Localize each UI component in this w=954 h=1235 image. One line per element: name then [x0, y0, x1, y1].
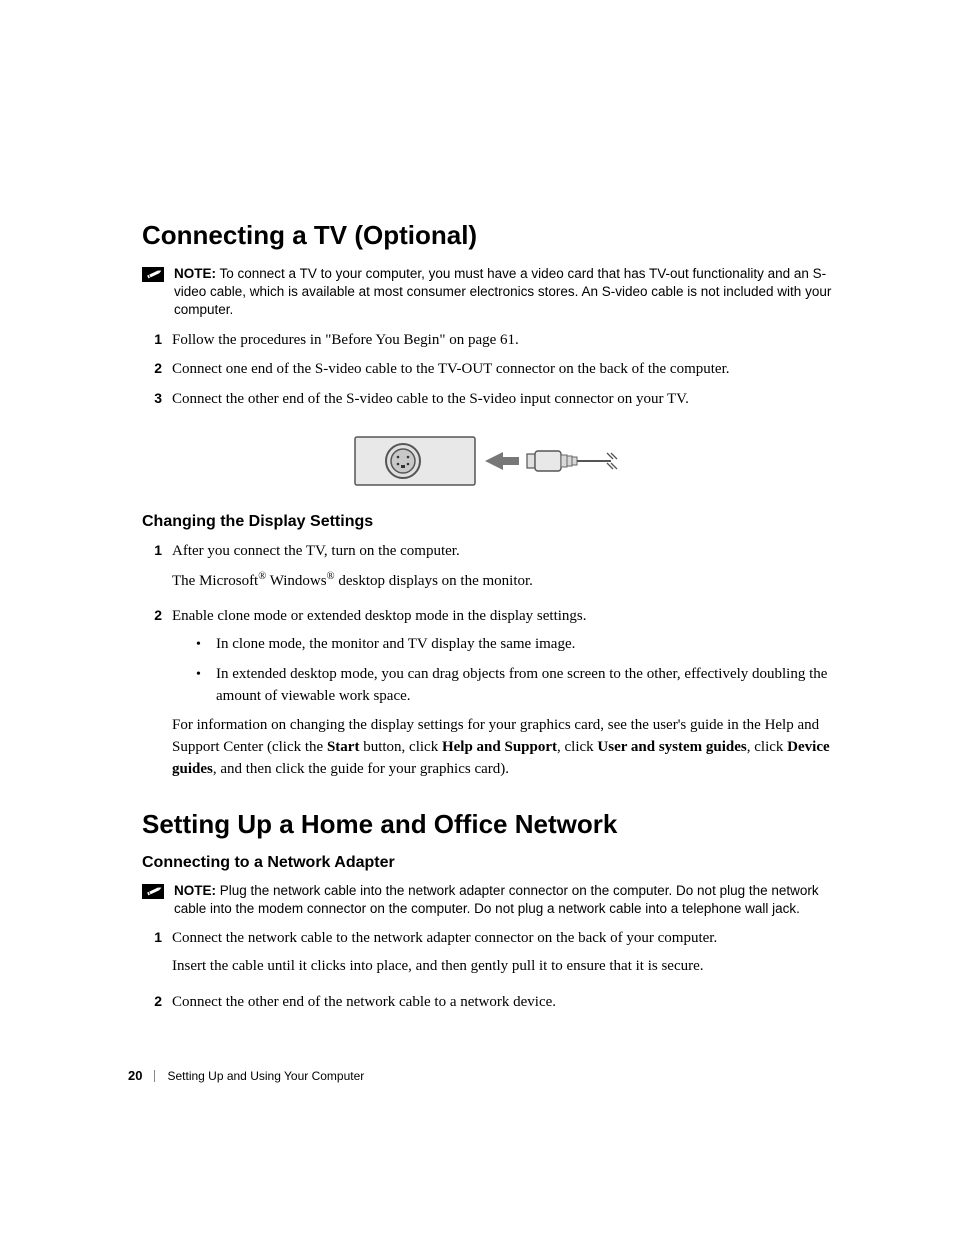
footer-chapter: Setting Up and Using Your Computer	[167, 1069, 364, 1083]
step-1: Follow the procedures in "Before You Beg…	[142, 330, 834, 352]
display-step-1-line2: The Microsoft® Windows® desktop displays…	[172, 569, 834, 593]
display-step-1: After you connect the TV, turn on the co…	[142, 541, 834, 599]
note-body: Plug the network cable into the network …	[174, 883, 819, 916]
step-3-text: Connect the other end of the S-video cab…	[172, 389, 834, 411]
note-body: To connect a TV to your computer, you mu…	[174, 266, 831, 317]
display-step-2: Enable clone mode or extended desktop mo…	[142, 606, 834, 786]
svideo-diagram	[142, 433, 834, 491]
display-step-2-bullets: In clone mode, the monitor and TV displa…	[196, 634, 834, 707]
display-step-2-info: For information on changing the display …	[172, 715, 834, 780]
step-2-text: Connect one end of the S-video cable to …	[172, 359, 834, 381]
note-label: NOTE:	[174, 883, 216, 898]
display-step-2-intro: Enable clone mode or extended desktop mo…	[172, 606, 834, 628]
heading-network: Setting Up a Home and Office Network	[142, 809, 834, 840]
heading-display-settings: Changing the Display Settings	[142, 513, 834, 531]
page-footer: 20 Setting Up and Using Your Computer	[128, 1068, 364, 1083]
network-step-2-text: Connect the other end of the network cab…	[172, 992, 834, 1014]
footer-separator	[154, 1070, 155, 1082]
note-network: NOTE: Plug the network cable into the ne…	[142, 882, 834, 918]
svideo-connector-icon	[353, 433, 623, 491]
document-page: Connecting a TV (Optional) NOTE: To conn…	[0, 0, 954, 1235]
step-1-text: Follow the procedures in "Before You Beg…	[172, 330, 834, 352]
heading-connecting-tv: Connecting a TV (Optional)	[142, 220, 834, 251]
network-step-1: Connect the network cable to the network…	[142, 928, 834, 984]
note-label: NOTE:	[174, 266, 216, 281]
note-pencil-icon	[142, 267, 164, 282]
network-step-1-line1: Connect the network cable to the network…	[172, 928, 834, 950]
note-tv: NOTE: To connect a TV to your computer, …	[142, 265, 834, 320]
tv-steps-list: Follow the procedures in "Before You Beg…	[142, 330, 834, 411]
network-step-1-line2: Insert the cable until it clicks into pl…	[172, 956, 834, 978]
heading-network-adapter: Connecting to a Network Adapter	[142, 854, 834, 872]
bullet-clone-mode: In clone mode, the monitor and TV displa…	[196, 634, 834, 656]
page-number: 20	[128, 1068, 142, 1083]
network-step-2: Connect the other end of the network cab…	[142, 992, 834, 1014]
note-network-text: NOTE: Plug the network cable into the ne…	[174, 882, 834, 918]
display-step-1-line1: After you connect the TV, turn on the co…	[172, 541, 834, 563]
note-tv-text: NOTE: To connect a TV to your computer, …	[174, 265, 834, 320]
bullet-extended-mode: In extended desktop mode, you can drag o…	[196, 664, 834, 708]
note-pencil-icon	[142, 884, 164, 899]
step-2: Connect one end of the S-video cable to …	[142, 359, 834, 381]
display-steps-list: After you connect the TV, turn on the co…	[142, 541, 834, 787]
network-steps-list: Connect the network cable to the network…	[142, 928, 834, 1013]
step-3: Connect the other end of the S-video cab…	[142, 389, 834, 411]
registered-icon: ®	[327, 571, 335, 582]
